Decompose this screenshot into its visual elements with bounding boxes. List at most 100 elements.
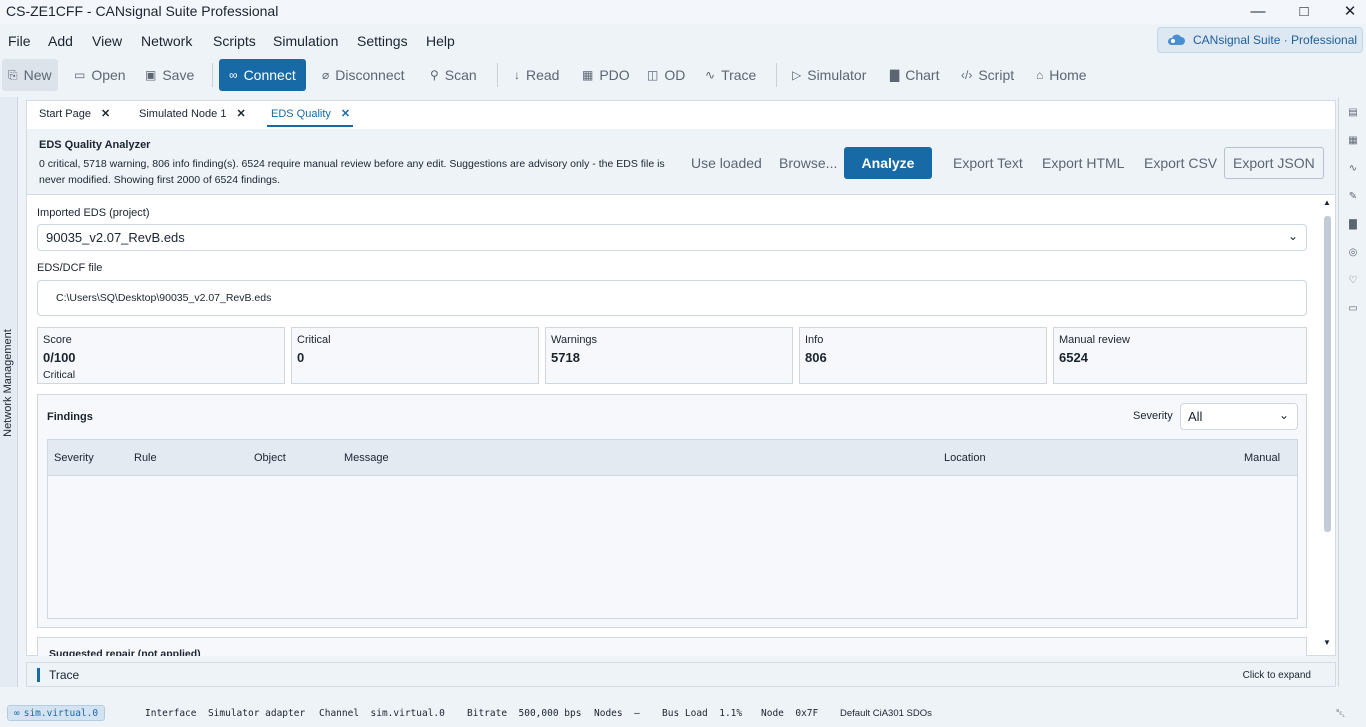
findings-table[interactable]: Severity Rule Object Message Location Ma… <box>47 439 1298 619</box>
analyzer-description: 0 critical, 5718 warning, 806 info findi… <box>39 158 665 186</box>
severity-filter-select[interactable]: All ⌄ <box>1180 403 1298 430</box>
severity-filter-label: Severity <box>1133 410 1173 422</box>
trace-panel-collapsed[interactable]: Trace Click to expand <box>26 662 1336 687</box>
close-tab-icon[interactable]: ✕ <box>341 107 350 120</box>
script-button[interactable]: ‹/› Script <box>955 59 1020 91</box>
content-scrollbar[interactable]: ▲ ▼ <box>1321 196 1335 656</box>
download-icon: ↓ <box>514 68 520 82</box>
tab-simulated-node-1[interactable]: Simulated Node 1 ✕ <box>139 107 246 121</box>
od-button[interactable]: ◫ OD <box>641 59 691 91</box>
menu-add[interactable]: Add <box>48 33 73 49</box>
pulse-icon[interactable]: ∿ <box>1347 163 1359 175</box>
scroll-down-icon[interactable]: ▼ <box>1323 638 1331 647</box>
open-button[interactable]: ▭ Open <box>68 59 132 91</box>
trace-label: Trace <box>721 67 757 83</box>
table-icon[interactable]: ▦ <box>1347 135 1359 147</box>
manual-review-card: Manual review 6524 <box>1053 327 1307 384</box>
connect-button[interactable]: ∞ Connect <box>219 59 306 91</box>
use-loaded-button[interactable]: Use loaded <box>683 147 770 179</box>
document-icon[interactable]: ▤ <box>1347 107 1359 119</box>
menu-settings[interactable]: Settings <box>357 33 408 49</box>
chevron-down-icon: ⌄ <box>1287 229 1298 243</box>
manual-review-value: 6524 <box>1059 350 1088 365</box>
manual-review-label: Manual review <box>1059 334 1130 346</box>
column-header-manual[interactable]: Manual <box>1244 452 1280 464</box>
export-text-button[interactable]: Export Text <box>945 147 1031 179</box>
trace-button[interactable]: ∿ Trace <box>699 59 762 91</box>
search-icon: ⚲ <box>430 68 439 82</box>
column-header-rule[interactable]: Rule <box>134 452 157 464</box>
menu-view[interactable]: View <box>92 33 122 49</box>
tab-label: Simulated Node 1 <box>139 107 227 120</box>
suggested-repair-title: Suggested repair (not applied) <box>49 648 201 656</box>
channel-chip[interactable]: ∞ sim.virtual.0 <box>7 705 106 721</box>
active-tab-indicator <box>267 125 353 127</box>
warnings-value: 5718 <box>551 350 580 365</box>
analyzer-title: EDS Quality Analyzer <box>39 139 151 151</box>
eds-file-label: EDS/DCF file <box>37 262 103 274</box>
menu-network[interactable]: Network <box>141 33 192 49</box>
scan-button[interactable]: ⚲ Scan <box>424 59 483 91</box>
findings-section: Findings Severity All ⌄ Severity Rule Ob… <box>37 394 1307 628</box>
export-csv-button[interactable]: Export CSV <box>1136 147 1225 179</box>
save-button[interactable]: ▣ Save <box>139 59 200 91</box>
menu-help[interactable]: Help <box>426 33 455 49</box>
simulator-button[interactable]: ▷ Simulator <box>786 59 872 91</box>
tab-eds-quality[interactable]: EDS Quality ✕ <box>271 107 350 121</box>
severity-filter-value: All <box>1188 409 1203 424</box>
network-management-panel[interactable]: Network Management <box>0 97 18 687</box>
tab-start-page[interactable]: Start Page ✕ <box>39 107 110 121</box>
close-icon: ✕ <box>1343 3 1357 20</box>
status-bar: ∞ sim.virtual.0 Interface Simulator adap… <box>0 703 1366 727</box>
export-json-button[interactable]: Export JSON <box>1224 147 1324 179</box>
pen-icon[interactable]: ✎ <box>1347 191 1359 203</box>
play-circle-icon: ▷ <box>792 68 802 82</box>
heart-icon[interactable]: ♡ <box>1347 275 1359 287</box>
browse-button[interactable]: Browse... <box>771 147 845 179</box>
save-label: Save <box>162 67 195 83</box>
maximize-icon: □ <box>1299 2 1309 20</box>
minimize-button[interactable]: — <box>1235 0 1281 22</box>
close-tab-icon[interactable]: ✕ <box>236 107 245 120</box>
chart-button[interactable]: ▇ Chart <box>884 59 945 91</box>
menu-scripts[interactable]: Scripts <box>213 33 256 49</box>
menu-file[interactable]: File <box>8 33 31 49</box>
close-tab-icon[interactable]: ✕ <box>101 107 110 120</box>
disconnect-button[interactable]: ⌀ Disconnect <box>316 59 411 91</box>
bell-icon[interactable]: ␇ <box>1336 706 1346 721</box>
analyze-button[interactable]: Analyze <box>844 147 932 179</box>
cloud-logo-icon <box>1167 34 1185 45</box>
eds-file-path: C:\Users\SQ\Desktop\90035_v2.07_RevB.eds <box>56 292 272 304</box>
bus-load-status: Bus Load 1.1% <box>662 708 742 719</box>
main-toolbar: ⎘ New ▭ Open ▣ Save ∞ Connect ⌀ Disconnect ⚲ S… <box>0 58 1366 94</box>
globe-icon[interactable]: ◎ <box>1347 247 1359 259</box>
channel-chip-label: sim.virtual.0 <box>23 707 99 719</box>
bar-chart-icon[interactable]: ▇ <box>1347 219 1359 231</box>
column-header-message[interactable]: Message <box>344 452 389 464</box>
column-header-location[interactable]: Location <box>944 452 986 464</box>
imported-eds-select[interactable]: 90035_v2.07_RevB.eds ⌄ <box>37 224 1307 251</box>
trace-expand-hint: Click to expand <box>1242 670 1311 681</box>
code-icon: ‹/› <box>961 68 973 82</box>
export-html-button[interactable]: Export HTML <box>1034 147 1132 179</box>
grid-icon: ▦ <box>582 68 594 82</box>
pdo-button[interactable]: ▦ PDO <box>576 59 636 91</box>
home-button[interactable]: ⌂ Home <box>1030 59 1093 91</box>
folder-icon[interactable]: ▭ <box>1347 303 1359 315</box>
scrollbar-thumb[interactable] <box>1324 216 1331 532</box>
tab-label: EDS Quality <box>271 107 331 120</box>
scroll-up-icon[interactable]: ▲ <box>1323 198 1331 207</box>
maximize-button[interactable]: □ <box>1281 0 1327 22</box>
menu-simulation[interactable]: Simulation <box>273 33 338 49</box>
column-header-severity[interactable]: Severity <box>54 452 94 464</box>
eds-file-field[interactable]: C:\Users\SQ\Desktop\90035_v2.07_RevB.eds <box>37 280 1307 316</box>
scan-label: Scan <box>444 67 477 83</box>
link-icon: ∞ <box>14 707 20 719</box>
column-header-object[interactable]: Object <box>254 452 286 464</box>
close-window-button[interactable]: ✕ <box>1327 0 1366 22</box>
new-button[interactable]: ⎘ New <box>2 59 58 91</box>
read-button[interactable]: ↓ Read <box>508 59 565 91</box>
new-file-icon: ⎘ <box>8 67 18 82</box>
info-card: Info 806 <box>799 327 1047 384</box>
chart-label: Chart <box>905 67 940 83</box>
